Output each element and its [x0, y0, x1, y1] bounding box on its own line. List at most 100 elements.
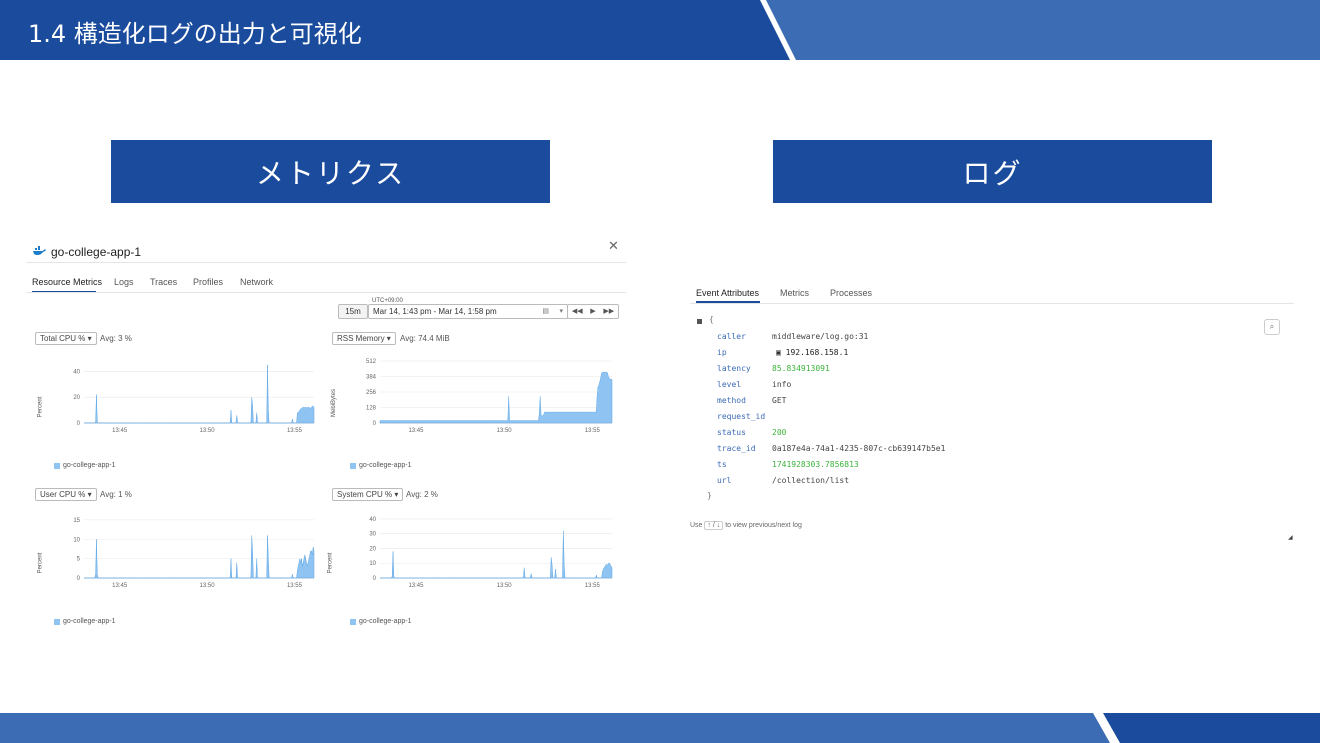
- tab-resource-metrics[interactable]: Resource Metrics: [32, 277, 102, 287]
- series-area: [84, 364, 315, 424]
- attribute-key: status: [717, 428, 746, 437]
- legend-label: go-college-app-1: [63, 618, 116, 625]
- y-tick-label: 20: [369, 546, 376, 552]
- fast-forward-icon[interactable]: ▶▶: [603, 305, 614, 318]
- y-tick-label: 384: [366, 375, 377, 381]
- series-area: [84, 535, 315, 579]
- tab-processes[interactable]: Processes: [830, 288, 872, 298]
- y-axis-label: Percent: [37, 396, 44, 418]
- close-brace: }: [707, 491, 712, 500]
- y-axis-label: MebiBytes: [331, 388, 338, 418]
- tab-profiles[interactable]: Profiles: [193, 277, 223, 287]
- attribute-key: trace_id: [717, 444, 756, 453]
- legend-swatch: [54, 463, 60, 469]
- metric-select[interactable]: RSS Memory ▾: [332, 332, 396, 345]
- metric-select[interactable]: User CPU % ▾: [35, 488, 97, 501]
- tab-logs[interactable]: Logs: [114, 277, 134, 287]
- y-axis-label: Percent: [327, 552, 334, 574]
- tab-event-attributes[interactable]: Event Attributes: [696, 288, 759, 298]
- app-name: go-college-app-1: [51, 245, 142, 259]
- attribute-key: latency: [717, 364, 751, 373]
- legend-swatch: [350, 619, 356, 625]
- y-tick-label: 0: [77, 421, 81, 427]
- x-tick-label: 13:50: [497, 428, 513, 434]
- attribute-key: caller: [717, 332, 746, 341]
- time-range-text: Mar 14, 1:43 pm - Mar 14, 1:58 pm: [373, 307, 497, 316]
- play-icon[interactable]: ▶: [590, 305, 595, 318]
- range-15m-button[interactable]: 15m: [338, 304, 368, 319]
- open-brace: {: [709, 315, 714, 324]
- arrow-keys: ↑ / ↓: [704, 521, 724, 530]
- y-tick-label: 0: [77, 576, 81, 582]
- system-cpu-chart: 0 10 20 30 40 13:45 13:50 13:55: [369, 517, 613, 589]
- y-tick-label: 256: [366, 390, 377, 396]
- rewind-icon[interactable]: ◀◀: [572, 305, 583, 318]
- attribute-key: ip: [717, 348, 727, 357]
- metric-select[interactable]: Total CPU % ▾: [35, 332, 97, 345]
- y-tick-label: 30: [369, 532, 376, 538]
- legend-label: go-college-app-1: [359, 618, 412, 625]
- avg-label: Avg: 2 %: [406, 490, 438, 499]
- divider: [690, 303, 1294, 304]
- x-tick-label: 13:50: [200, 428, 216, 434]
- slide-title: 1.4 構造化ログの出力と可視化: [28, 20, 362, 48]
- time-range-picker[interactable]: Mar 14, 1:43 pm - Mar 14, 1:58 pm ▤ ▾: [368, 304, 568, 319]
- resize-handle-icon[interactable]: ◢: [1288, 534, 1293, 541]
- attribute-value: ▣ 192.168.158.1: [776, 348, 849, 357]
- x-tick-label: 13:45: [112, 428, 128, 434]
- rss-memory-chart: 0 128 256 384 512 13:45 13:50 13:55: [366, 359, 613, 434]
- log-panel: Event Attributes Metrics Processes ⌕ { c…: [690, 280, 1296, 541]
- tab-metrics[interactable]: Metrics: [780, 288, 809, 298]
- attribute-key: ts: [717, 460, 727, 469]
- attribute-value: 200: [772, 428, 787, 437]
- legend-label: go-college-app-1: [359, 462, 412, 469]
- tab-network[interactable]: Network: [240, 277, 273, 287]
- y-tick-label: 40: [73, 369, 80, 375]
- avg-label: Avg: 3 %: [100, 334, 132, 343]
- attribute-key: url: [717, 476, 732, 485]
- y-tick-label: 40: [369, 517, 376, 523]
- series-area: [380, 530, 613, 579]
- collapse-icon[interactable]: [697, 319, 702, 324]
- divider: [26, 262, 626, 263]
- x-tick-label: 13:45: [408, 428, 424, 434]
- y-tick-label: 512: [366, 359, 377, 365]
- x-tick-label: 13:45: [112, 583, 128, 589]
- search-icon[interactable]: ⌕: [1264, 319, 1280, 335]
- attribute-value: 85.834913091: [772, 364, 830, 373]
- total-cpu-chart: 0 20 40 13:45 13:50 13:55: [73, 364, 315, 434]
- attribute-key: method: [717, 396, 746, 405]
- tab-traces[interactable]: Traces: [150, 277, 177, 287]
- attribute-key: request_id: [717, 412, 766, 421]
- chevron-down-icon: ▾: [559, 308, 563, 315]
- attribute-value: 0a187e4a-74a1-4235-807c-cb639147b5e1: [772, 444, 946, 453]
- legend-label: go-college-app-1: [63, 462, 116, 469]
- y-tick-label: 5: [77, 557, 81, 563]
- divider: [26, 292, 626, 293]
- x-tick-label: 13:50: [200, 583, 216, 589]
- calendar-icon: ▤: [542, 308, 549, 315]
- y-tick-label: 20: [73, 395, 80, 401]
- close-icon[interactable]: ✕: [608, 238, 619, 254]
- user-cpu-chart: 0 5 10 15 13:45 13:50 13:55: [73, 518, 315, 589]
- x-tick-label: 13:55: [585, 428, 601, 434]
- avg-label: Avg: 74.4 MiB: [400, 334, 450, 343]
- y-tick-label: 10: [73, 537, 80, 543]
- metrics-panel: go-college-app-1 ✕ Resource Metrics Logs…: [26, 232, 630, 632]
- x-tick-label: 13:55: [287, 428, 303, 434]
- attribute-value: /collection/list: [772, 476, 850, 485]
- logs-section-label: ログ: [773, 140, 1212, 203]
- legend-swatch: [350, 463, 356, 469]
- metrics-section-label: メトリクス: [111, 140, 550, 203]
- attribute-value: middleware/log.go:31: [772, 332, 869, 341]
- x-tick-label: 13:55: [287, 583, 303, 589]
- attribute-value: 1741928303.7856813: [772, 460, 859, 469]
- navigation-hint: Use ↑ / ↓ to view previous/next log: [690, 521, 802, 530]
- attribute-key: level: [717, 380, 742, 389]
- docker-whale-icon: [33, 246, 46, 256]
- x-tick-label: 13:50: [497, 583, 513, 589]
- series-area: [379, 371, 613, 424]
- metric-select[interactable]: System CPU % ▾: [332, 488, 404, 501]
- y-axis-label: Percent: [37, 552, 44, 574]
- y-tick-label: 15: [73, 518, 80, 524]
